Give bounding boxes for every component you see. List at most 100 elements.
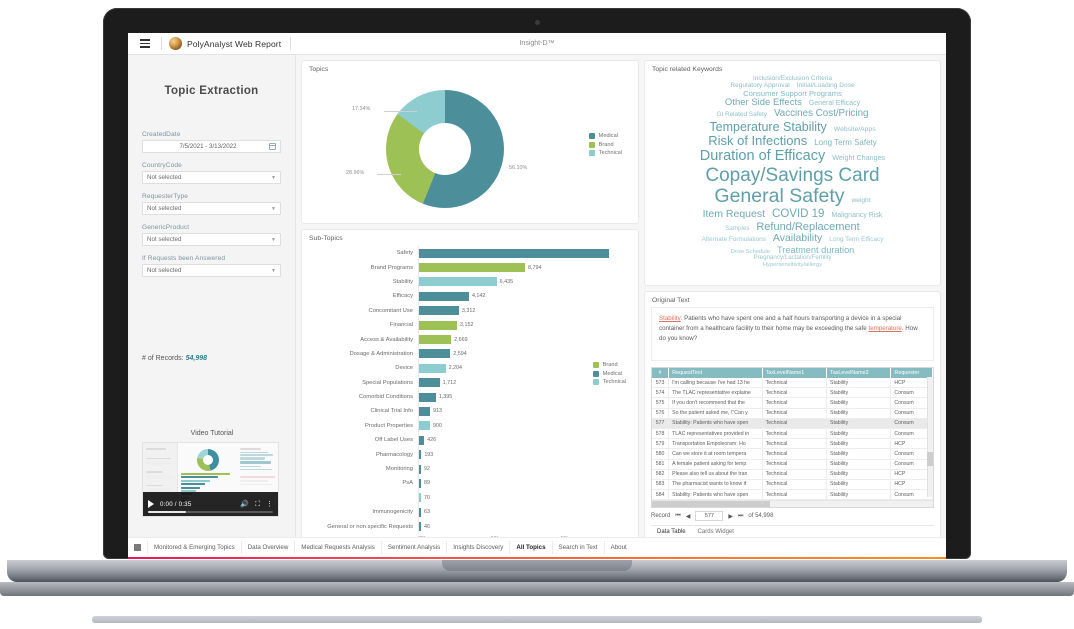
keyword[interactable]: Inclusion/Exclusion Criteria bbox=[753, 75, 832, 82]
date-range-input[interactable]: 7/5/2021 - 3/13/2022 bbox=[142, 140, 281, 153]
keyword[interactable]: Copay/Savings Card bbox=[705, 165, 879, 186]
entity-temperature[interactable]: temperature bbox=[868, 325, 901, 332]
keyword[interactable]: COVID 19 bbox=[772, 208, 824, 221]
answered-select[interactable]: Not selected ▼ bbox=[142, 264, 281, 277]
table-row[interactable]: 580 Can we store it at room tempera Techni… bbox=[652, 448, 933, 460]
keyword[interactable]: Vaccines Cost/Pricing bbox=[774, 108, 869, 120]
topics-donut-chart[interactable]: 17.34% 28.96% 56.10% Medical Brand Techn… bbox=[302, 73, 638, 223]
resize-handle[interactable]: ······ bbox=[645, 361, 940, 366]
tab-about[interactable]: About bbox=[603, 541, 633, 554]
more-vertical-icon[interactable]: ⋮ bbox=[266, 501, 273, 508]
bar-row[interactable]: Pharmacology 193 bbox=[310, 447, 630, 462]
hamburger-icon[interactable] bbox=[136, 37, 154, 49]
keyword[interactable]: Hypersensitivity/allergy bbox=[763, 262, 822, 268]
table-row[interactable]: 577 Stability: Patients who have spen Tech… bbox=[652, 418, 933, 429]
keyword[interactable]: Duration of Efficacy bbox=[700, 148, 825, 164]
calendar-icon[interactable] bbox=[269, 143, 276, 150]
genericproduct-select[interactable]: Not selected ▼ bbox=[142, 233, 281, 246]
keyword[interactable]: General Safety bbox=[714, 185, 844, 208]
table-row[interactable]: 581 A female patient asking for temp Techn… bbox=[652, 459, 933, 470]
table-row[interactable]: 578 TLAC representatives provided in Techn… bbox=[652, 428, 933, 440]
table-row[interactable]: 583 The pharmacist wants to know if Techni… bbox=[652, 479, 933, 491]
bar-row[interactable]: Off Label Uses 426 bbox=[310, 433, 630, 448]
donut-ring[interactable] bbox=[386, 90, 504, 208]
bar-fill[interactable] bbox=[419, 392, 436, 402]
requestertype-select[interactable]: Not selected ▼ bbox=[142, 202, 281, 215]
bar-row[interactable]: Dosage & Administration 2,594 bbox=[310, 346, 630, 362]
bar-fill[interactable] bbox=[419, 335, 452, 345]
keyword[interactable]: GI Related Safety bbox=[716, 111, 766, 118]
fullscreen-icon[interactable]: ⛶ bbox=[255, 501, 260, 508]
entity-stability[interactable]: Stability bbox=[659, 315, 681, 322]
first-page-icon[interactable]: ⏮ bbox=[675, 513, 680, 520]
legend-item[interactable]: Brand bbox=[592, 362, 626, 368]
bar-row[interactable]: General or non specific Requests 46 bbox=[310, 519, 630, 534]
table-row[interactable]: 573 I'm calling because I've had 13 he Tec… bbox=[652, 378, 933, 389]
legend-item[interactable]: Medical bbox=[588, 133, 622, 139]
current-record-input[interactable]: 577 bbox=[695, 511, 724, 522]
bar-fill[interactable] bbox=[419, 522, 421, 532]
bar-fill[interactable] bbox=[419, 277, 497, 287]
table-row[interactable]: 576 So the patient asked me, \"Can y Techn… bbox=[652, 408, 933, 419]
bar-row[interactable]: Monitoring 92 bbox=[310, 461, 630, 477]
video-progress-bar[interactable] bbox=[148, 511, 273, 513]
keyword[interactable]: Long Term Efficacy bbox=[829, 236, 883, 243]
keyword[interactable]: Availability bbox=[773, 232, 822, 245]
table-row[interactable]: 575 If you don't recommend that the Techni… bbox=[652, 397, 933, 409]
data-table[interactable]: # RequestText TaxLevelName1 TaxLevelName… bbox=[652, 368, 933, 501]
report-square-icon[interactable] bbox=[134, 544, 141, 551]
bar-fill[interactable] bbox=[419, 464, 421, 474]
tab-insights-discovery[interactable]: Insights Discovery bbox=[446, 541, 509, 554]
bar-row[interactable]: Efficacy 4,142 bbox=[310, 289, 630, 304]
bar-row[interactable]: Comorbid Conditions 1,395 bbox=[310, 389, 630, 405]
bar-row[interactable]: Immunogenicity 63 bbox=[310, 505, 630, 520]
bar-row[interactable]: Special Populations 1,712 bbox=[310, 375, 630, 390]
bar-row[interactable]: Financial 3,152 bbox=[310, 317, 630, 333]
last-page-icon[interactable]: ⏭ bbox=[738, 513, 743, 520]
table-row[interactable]: 579 Transportation Empoleoram: Ho Technica… bbox=[652, 438, 933, 450]
bar-fill[interactable] bbox=[419, 435, 425, 445]
bar-fill[interactable] bbox=[419, 450, 422, 460]
table-row[interactable]: 582 Please also tell us about the tran Tec… bbox=[652, 469, 933, 480]
column-header-taxlevel2[interactable]: TaxLevelName2 bbox=[826, 368, 892, 378]
bar-fill[interactable] bbox=[419, 363, 446, 373]
table-horizontal-scrollbar[interactable] bbox=[652, 500, 933, 508]
bar-fill[interactable] bbox=[419, 263, 526, 273]
keyword[interactable]: Website/Apps bbox=[834, 126, 876, 134]
keyword[interactable]: General Efficacy bbox=[809, 100, 860, 108]
countrycode-select[interactable]: Not selected ▼ bbox=[142, 171, 281, 184]
scrollbar-thumb[interactable] bbox=[927, 451, 933, 466]
next-page-icon[interactable]: ▶ bbox=[728, 513, 733, 520]
tab-search-in-text[interactable]: Search in Text bbox=[551, 541, 604, 554]
tab-monitored-emerging-topics[interactable]: Monitored & Emerging Topics bbox=[147, 541, 241, 554]
bar-fill[interactable] bbox=[419, 248, 609, 258]
keyword[interactable]: Temperature Stability bbox=[709, 120, 826, 134]
legend-item[interactable]: Technical bbox=[588, 150, 622, 156]
column-header-requesttext[interactable]: RequestText bbox=[668, 368, 763, 378]
bar-row[interactable]: 70 bbox=[310, 490, 630, 506]
tab-all-topics[interactable]: All Topics bbox=[509, 541, 551, 554]
table-vertical-scrollbar[interactable] bbox=[927, 377, 933, 498]
bar-fill[interactable] bbox=[419, 406, 430, 416]
keyword[interactable]: Weight Changes bbox=[832, 154, 885, 162]
keyword[interactable]: Risk of Infections bbox=[708, 133, 807, 149]
bar-row[interactable]: Stability 6,435 bbox=[310, 274, 630, 290]
bar-fill[interactable] bbox=[419, 349, 451, 359]
legend-item[interactable]: Brand bbox=[588, 141, 622, 148]
keyword[interactable]: weight bbox=[852, 197, 871, 204]
scrollbar-thumb[interactable] bbox=[652, 501, 771, 508]
bar-row[interactable]: Clinical Trial Info 913 bbox=[310, 404, 630, 419]
keyword[interactable]: Item Request bbox=[703, 208, 765, 221]
tab-data-overview[interactable]: Data Overview bbox=[240, 541, 295, 554]
bar-row[interactable]: Access & Availability 2,669 bbox=[310, 332, 630, 347]
keyword[interactable]: Samples bbox=[725, 225, 749, 233]
tab-medical-requests-analysis[interactable]: Medical Requests Analysis bbox=[294, 541, 381, 554]
tab-sentiment-analysis[interactable]: Sentiment Analysis bbox=[380, 541, 446, 554]
keyword[interactable]: Malignancy Risk bbox=[831, 212, 882, 220]
chevron-down-icon[interactable]: ▼ bbox=[271, 175, 276, 181]
keyword[interactable]: Alternate Formulations bbox=[702, 236, 766, 243]
table-row[interactable]: 584 Stability: Patients who have spen Tech… bbox=[652, 489, 933, 501]
volume-icon[interactable]: 🔊 bbox=[240, 501, 249, 508]
bar-fill[interactable] bbox=[419, 306, 459, 316]
column-header-taxlevel1[interactable]: TaxLevelName1 bbox=[762, 368, 828, 378]
